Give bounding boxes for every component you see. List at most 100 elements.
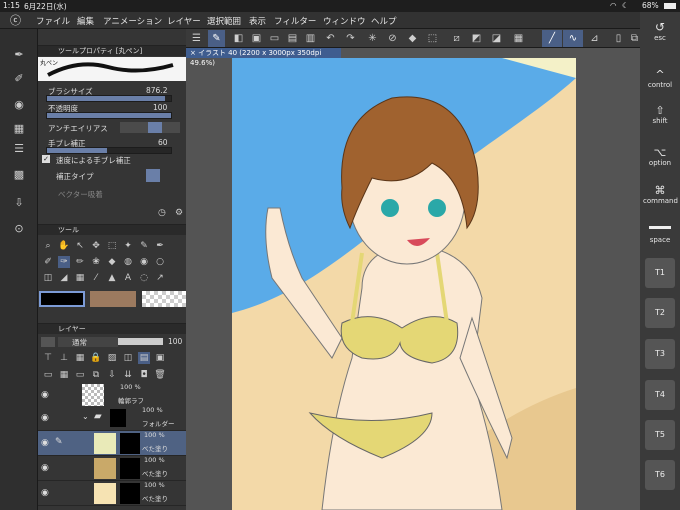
- open-icon[interactable]: ▤: [284, 30, 301, 47]
- new-icon[interactable]: ▭: [266, 30, 283, 47]
- crop-icon[interactable]: ◪: [488, 30, 505, 47]
- color-layer-icon[interactable]: ▣: [154, 352, 166, 364]
- redo-icon[interactable]: ↷: [342, 30, 359, 47]
- t5-key[interactable]: T5: [645, 420, 675, 450]
- operation-icon[interactable]: ↖: [74, 240, 86, 252]
- eye-icon[interactable]: ◉: [41, 438, 49, 448]
- hamburger-icon[interactable]: ☰: [188, 30, 205, 47]
- antialias-row[interactable]: アンチエイリアス: [38, 122, 186, 134]
- t6-key[interactable]: T6: [645, 460, 675, 490]
- new-vector-icon[interactable]: ▦: [58, 369, 70, 381]
- pen-mode-icon[interactable]: ✎: [208, 30, 225, 47]
- copy-layer-icon[interactable]: ⧉: [90, 369, 102, 381]
- checkbox-icon[interactable]: ✓: [42, 155, 50, 163]
- layer-row[interactable]: ◉ 100 % べた塗り: [38, 456, 186, 481]
- text-icon[interactable]: A: [122, 272, 134, 284]
- import-icon[interactable]: ⇩: [11, 195, 27, 211]
- protect-icon[interactable]: ▦: [74, 352, 86, 364]
- hand-icon[interactable]: ✋: [58, 240, 70, 252]
- brush-icon[interactable]: ◧: [230, 30, 247, 47]
- fill-icon[interactable]: ◆: [404, 30, 421, 47]
- command-key[interactable]: ⌘ command: [643, 184, 678, 205]
- clip-icon[interactable]: ⊤: [42, 352, 54, 364]
- pen-icon[interactable]: ✒: [154, 240, 166, 252]
- deco-icon[interactable]: ❀: [90, 256, 102, 268]
- wand-icon[interactable]: ✦: [122, 240, 134, 252]
- material-icon[interactable]: ▩: [11, 167, 27, 183]
- space-key[interactable]: space: [643, 226, 677, 244]
- menu-filter[interactable]: フィルター: [274, 15, 316, 27]
- delete-layer-icon[interactable]: 🗑: [154, 369, 166, 381]
- device-icon[interactable]: ▯: [610, 30, 627, 47]
- select-icon[interactable]: ⬚: [106, 240, 118, 252]
- menu-file[interactable]: ファイル: [36, 15, 70, 27]
- snap-off-icon[interactable]: ⊿: [586, 30, 603, 47]
- pencil-icon[interactable]: ✐: [42, 256, 54, 268]
- ruler-icon[interactable]: ⁄: [90, 272, 102, 284]
- search-icon[interactable]: ⊙: [11, 221, 27, 237]
- transparent-color-swatch[interactable]: [142, 291, 186, 307]
- artwork-canvas[interactable]: [232, 58, 576, 510]
- spoit-icon[interactable]: ✎: [138, 240, 150, 252]
- reference-icon[interactable]: ⊥: [58, 352, 70, 364]
- layer-settings-icon[interactable]: [41, 337, 55, 347]
- airbrush-icon[interactable]: ✏: [74, 256, 86, 268]
- menu-view[interactable]: 表示: [249, 15, 266, 27]
- speed-stabilization-row[interactable]: ✓ 速度による手ブレ補正: [38, 155, 186, 166]
- lasso-icon[interactable]: ○: [154, 256, 166, 268]
- blend-mode-select[interactable]: 通常: [58, 337, 118, 347]
- menu-edit[interactable]: 編集: [77, 15, 94, 27]
- color-history-icon[interactable]: ☰: [11, 141, 27, 157]
- stabilization-slider[interactable]: [46, 147, 172, 154]
- pen-tool-icon[interactable]: ✒: [11, 47, 27, 63]
- layer-row-folder[interactable]: ◉ ⌄ ▰ 100 % フォルダー: [38, 406, 186, 431]
- eye-icon[interactable]: ◉: [41, 390, 49, 400]
- correct-line-icon[interactable]: ↗: [154, 272, 166, 284]
- lock-alpha-icon[interactable]: ▨: [106, 352, 118, 364]
- layer-row[interactable]: ◉ 100 % べた塗り: [38, 481, 186, 506]
- menu-selection[interactable]: 選択範囲: [207, 15, 241, 27]
- balloon-icon[interactable]: ◌: [138, 272, 150, 284]
- correction-type-row[interactable]: 補正タイプ: [38, 169, 186, 182]
- layer-row[interactable]: ◉ 100 % 輪郭ラフ: [38, 383, 186, 408]
- eraser-icon[interactable]: ◆: [106, 256, 118, 268]
- document-tab[interactable]: × イラスト 40 (2200 x 3000px 350dpi 49.6%): [186, 48, 341, 67]
- ruler-layer-icon[interactable]: ▤: [138, 352, 150, 364]
- wrench-icon[interactable]: ⚙: [175, 208, 183, 218]
- blend-icon[interactable]: ◍: [122, 256, 134, 268]
- clock-icon[interactable]: ◷: [158, 208, 166, 218]
- subview-icon[interactable]: ▦: [11, 121, 27, 137]
- folder-expand-icon[interactable]: ⌄: [82, 412, 89, 421]
- opacity-slider[interactable]: [46, 112, 172, 119]
- menu-layer[interactable]: レイヤー: [167, 15, 201, 27]
- layer-mask-icon[interactable]: ◘: [138, 369, 150, 381]
- mask-icon[interactable]: ◫: [122, 352, 134, 364]
- layer-blend-row[interactable]: 通常 100: [38, 337, 186, 348]
- menu-animation[interactable]: アニメーション: [103, 15, 162, 27]
- merge-icon[interactable]: ⇩: [106, 369, 118, 381]
- brush-size-slider[interactable]: [46, 95, 172, 102]
- effect-icon[interactable]: ▲: [106, 272, 118, 284]
- invert-select-icon[interactable]: ◩: [468, 30, 485, 47]
- shift-key[interactable]: ⇧ shift: [643, 104, 677, 125]
- t3-key[interactable]: T3: [645, 339, 675, 369]
- figure-icon[interactable]: ◢: [58, 272, 70, 284]
- select-tool-icon[interactable]: ▦: [510, 30, 527, 47]
- snap-ruler-icon[interactable]: ╱: [542, 30, 562, 47]
- snap-curve-icon[interactable]: ∿: [563, 30, 583, 47]
- undo-icon[interactable]: ↶: [322, 30, 339, 47]
- menu-window[interactable]: ウィンドウ: [323, 15, 366, 27]
- eye-icon[interactable]: ◉: [41, 463, 49, 473]
- frame-icon[interactable]: ▦: [74, 272, 86, 284]
- t1-key[interactable]: T1: [645, 258, 675, 288]
- eye-icon[interactable]: ◉: [41, 488, 49, 498]
- combine-icon[interactable]: ⇊: [122, 369, 134, 381]
- zoom-icon[interactable]: ⌕: [42, 240, 54, 252]
- transform-icon[interactable]: ⬚: [424, 30, 441, 47]
- sub-color-swatch[interactable]: [90, 291, 136, 307]
- fill-tool-icon[interactable]: ◉: [138, 256, 150, 268]
- app-logo-icon[interactable]: ⓒ: [10, 12, 21, 28]
- pencil-tool-icon[interactable]: ✐: [11, 71, 27, 87]
- layer-opacity-slider[interactable]: [118, 338, 163, 345]
- loading-icon[interactable]: ✳: [364, 30, 381, 47]
